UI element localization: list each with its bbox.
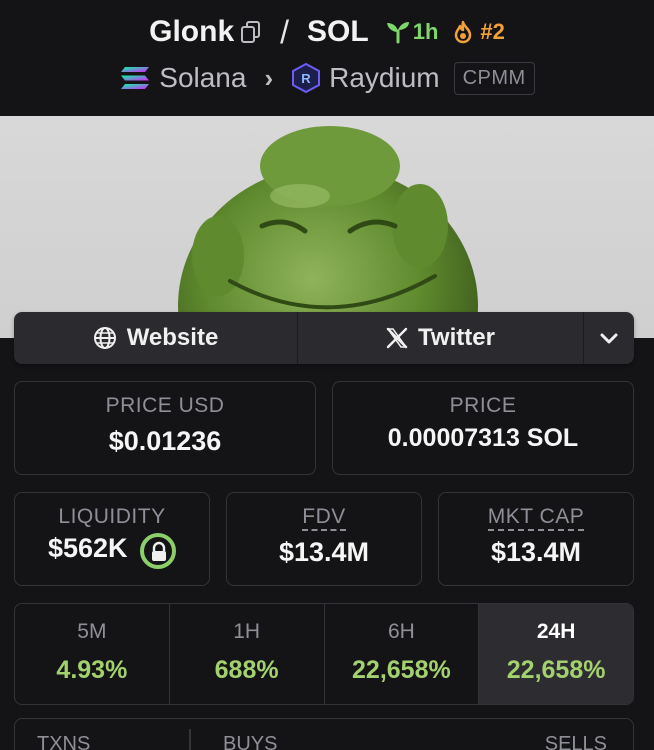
tab-1h[interactable]: 1H 688% (170, 604, 325, 704)
chevron-right-icon: › (264, 62, 274, 93)
twitter-label: Twitter (418, 324, 495, 351)
tab-5m-value: 4.93% (56, 656, 128, 684)
tab-24h[interactable]: 24H 22,658% (479, 604, 633, 704)
svg-text:R: R (301, 71, 311, 86)
more-links-button[interactable] (584, 312, 634, 364)
chain-name[interactable]: Solana (159, 62, 246, 94)
globe-icon (93, 327, 116, 349)
twitter-button[interactable]: Twitter (298, 312, 584, 364)
pair-separator: / (280, 13, 290, 50)
buys-label: BUYS (223, 733, 278, 750)
liquidity-label: LIQUIDITY (58, 505, 166, 528)
trending-rank[interactable]: #2 (452, 19, 505, 45)
website-button[interactable]: Website (14, 312, 298, 364)
chevron-down-icon (600, 333, 618, 344)
fdv-value: $13.4M (278, 537, 370, 567)
txns-divider (189, 729, 191, 750)
price-usd-value: $0.01236 (108, 426, 222, 456)
sprout-icon (386, 22, 409, 44)
price-usd-card: PRICE USD $0.01236 (14, 381, 316, 475)
price-change-tabs: 5M 4.93% 1H 688% 6H 22,658% 24H 22,658% (14, 603, 634, 705)
txns-label: TXNS (37, 733, 91, 750)
copy-icon[interactable] (240, 20, 262, 44)
tab-24h-label: 24H (536, 620, 576, 643)
tab-6h[interactable]: 6H 22,658% (325, 604, 480, 704)
quote-token-symbol: SOL (307, 15, 369, 48)
solana-icon (121, 67, 150, 89)
market-cap-value: $13.4M (490, 537, 582, 567)
price-native-value: 0.00007313 SOL (387, 424, 579, 452)
price-native-card: PRICE 0.00007313 SOL (332, 381, 634, 475)
dex-name[interactable]: Raydium (329, 62, 439, 94)
raydium-icon: R (292, 63, 321, 93)
tab-24h-value: 22,658% (506, 656, 606, 684)
liquidity-card: LIQUIDITY $562K (14, 492, 210, 586)
price-usd-label: PRICE USD (105, 394, 225, 417)
social-links-bar: Website Twitter (14, 312, 634, 364)
tab-5m[interactable]: 5M 4.93% (15, 604, 170, 704)
pair-title-row: Glonk / SOL 1h #2 (0, 12, 654, 52)
flame-icon (455, 20, 472, 44)
fdv-card: FDV $13.4M (226, 492, 422, 586)
pair-age: 1h (385, 19, 439, 45)
price-native-label: PRICE (449, 394, 517, 417)
token-banner-image (0, 116, 654, 338)
tab-1h-value: 688% (214, 656, 279, 684)
fdv-label[interactable]: FDV (302, 505, 346, 531)
txns-panel: TXNS BUYS SELLS (14, 718, 634, 750)
pair-age-value: 1h (412, 19, 439, 44)
x-icon (386, 327, 408, 349)
website-label: Website (126, 324, 219, 351)
base-token-symbol: Glonk (149, 15, 235, 48)
lock-icon[interactable] (140, 532, 177, 569)
market-cap-label[interactable]: MKT CAP (487, 505, 585, 531)
pair-header: Glonk / SOL 1h #2 Solana › R Raydium CPM… (0, 0, 654, 116)
liquidity-value: $562K (47, 533, 128, 563)
tab-6h-value: 22,658% (352, 656, 451, 684)
chain-dex-row: Solana › R Raydium CPMM (0, 58, 654, 98)
tab-1h-label: 1H (233, 620, 261, 643)
trending-rank-value: #2 (480, 19, 505, 44)
market-cap-card: MKT CAP $13.4M (438, 492, 634, 586)
tab-6h-label: 6H (387, 620, 415, 643)
tab-5m-label: 5M (77, 620, 107, 643)
sells-label: SELLS (544, 733, 607, 750)
pool-type-badge: CPMM (453, 61, 535, 95)
